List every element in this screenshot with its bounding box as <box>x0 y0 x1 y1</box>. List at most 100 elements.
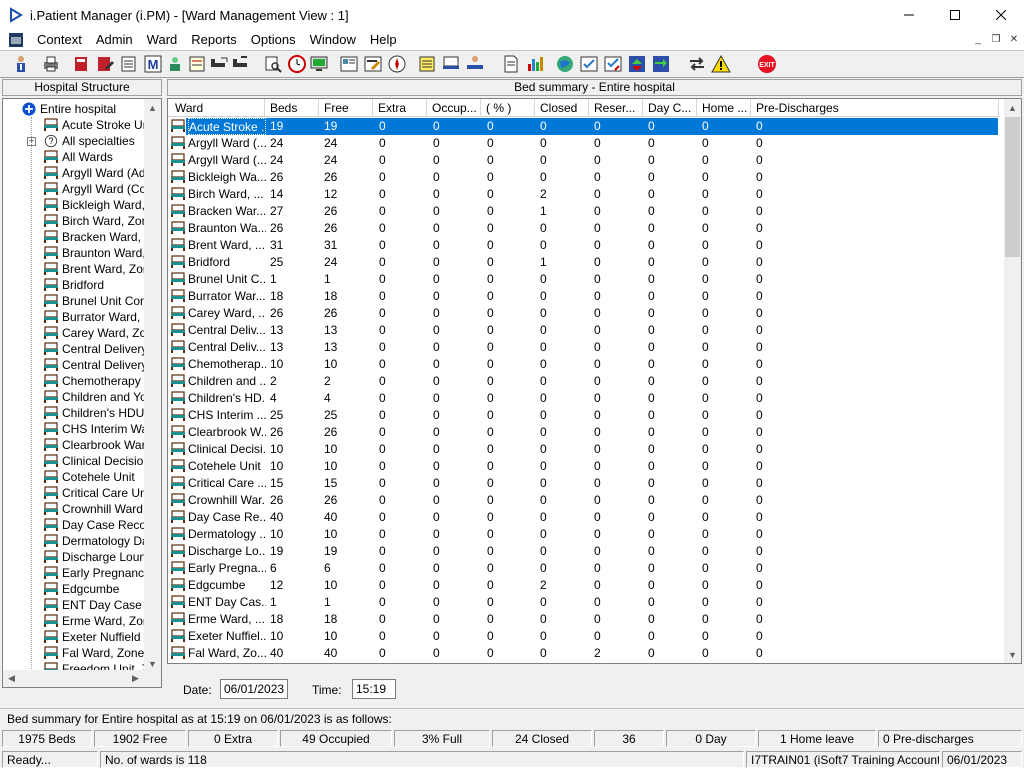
column-header[interactable]: Pre-Discharges <box>751 99 999 117</box>
green-arrows-icon[interactable] <box>626 53 648 75</box>
tree-item[interactable]: Chemotherapy D <box>43 373 153 389</box>
menu-context[interactable]: Context <box>30 30 89 50</box>
menu-reports[interactable]: Reports <box>184 30 244 50</box>
table-row[interactable]: Carey Ward, ... 26 26 0 0 0 0 0 0 0 0 <box>168 305 1000 322</box>
column-header[interactable]: Extra <box>373 99 427 117</box>
menu-options[interactable]: Options <box>244 30 303 50</box>
table-row[interactable]: Argyll Ward (... 24 24 0 0 0 0 0 0 0 0 <box>168 152 1000 169</box>
checklist-icon[interactable] <box>578 53 600 75</box>
tree-item[interactable]: Cotehele Unit <box>43 469 135 485</box>
search-document-icon[interactable] <box>262 53 284 75</box>
patient-icon[interactable] <box>10 53 32 75</box>
table-row[interactable]: Bridford 25 24 0 0 0 1 0 0 0 0 <box>168 254 1000 271</box>
tree-horizontal-scrollbar[interactable]: ◀ ▶ <box>3 670 161 687</box>
tree-item[interactable]: ? All specialties <box>43 133 135 149</box>
bed-transfer-icon[interactable] <box>208 53 230 75</box>
date-field[interactable]: 06/01/2023 <box>220 679 288 699</box>
tree-item[interactable]: Exeter Nuffield H <box>43 629 153 645</box>
tree-item[interactable]: Birch Ward, Zone <box>43 213 155 229</box>
bed-summary-table[interactable]: Ward Beds Free Extra Occup...( % ) Closed Rese… <box>167 98 1022 664</box>
table-row[interactable]: Burrator War... 18 18 0 0 0 0 0 0 0 0 <box>168 288 1000 305</box>
tree-item[interactable]: Fal Ward, Zone E <box>43 645 156 661</box>
tree-item[interactable]: Edgcumbe <box>43 581 119 597</box>
table-row[interactable]: Bracken War... 27 26 0 0 0 1 0 0 0 0 <box>168 203 1000 220</box>
picture-frame-icon[interactable] <box>338 53 360 75</box>
column-header[interactable]: Occup... <box>427 99 481 117</box>
table-row[interactable]: Fal Ward, Zo... 40 40 0 0 0 0 2 0 0 0 <box>168 645 1000 662</box>
table-row[interactable]: Dermatology ... 10 10 0 0 0 0 0 0 0 0 <box>168 526 1000 543</box>
table-row[interactable]: Crownhill War... 26 26 0 0 0 0 0 0 0 0 <box>168 492 1000 509</box>
column-header[interactable]: Beds <box>265 99 319 117</box>
tree-item[interactable]: Argyll Ward (Cots <box>43 181 156 197</box>
monitor-icon[interactable] <box>308 53 330 75</box>
table-row[interactable]: Argyll Ward (... 24 24 0 0 0 0 0 0 0 0 <box>168 135 1000 152</box>
table-row[interactable]: Central Deliv... 13 13 0 0 0 0 0 0 0 0 <box>168 339 1000 356</box>
exit-icon[interactable]: EXIT <box>756 53 778 75</box>
tree-item[interactable]: Day Case Recov <box>43 517 152 533</box>
tree-item[interactable]: CHS Interim War <box>43 421 152 437</box>
menu-window[interactable]: Window <box>303 30 363 50</box>
table-row[interactable]: Clearbrook W... 26 26 0 0 0 0 0 0 0 0 <box>168 424 1000 441</box>
tree-item[interactable]: Acute Stroke Uni <box>43 117 152 133</box>
table-row[interactable]: Erme Ward, ... 18 18 0 0 0 0 0 0 0 0 <box>168 611 1000 628</box>
clock-icon[interactable] <box>286 53 308 75</box>
table-vertical-scrollbar[interactable]: ▲ ▼ <box>1004 99 1021 663</box>
tree-item[interactable]: Braunton Ward, Z <box>43 245 156 261</box>
tree-item[interactable]: All Wards <box>43 149 113 165</box>
scroll-thumb[interactable] <box>1005 117 1020 257</box>
tree-item[interactable]: Erme Ward, Zone <box>43 613 156 629</box>
tree-item[interactable]: ENT Day Case U <box>43 597 154 613</box>
tree-item[interactable]: Burrator Ward, Z <box>43 309 151 325</box>
table-row[interactable]: Children's HD... 4 4 0 0 0 0 0 0 0 0 <box>168 390 1000 407</box>
menu-help[interactable]: Help <box>363 30 404 50</box>
tree-item[interactable]: Central Delivery S <box>43 357 159 373</box>
table-row[interactable]: Brent Ward, ... 31 31 0 0 0 0 0 0 0 0 <box>168 237 1000 254</box>
person-card-icon[interactable] <box>164 53 186 75</box>
form-edit-icon[interactable] <box>362 53 384 75</box>
table-row[interactable]: Children and ... 2 2 0 0 0 0 0 0 0 0 <box>168 373 1000 390</box>
patient-bed-icon[interactable] <box>464 53 486 75</box>
table-row[interactable]: CHS Interim ... 25 25 0 0 0 0 0 0 0 0 <box>168 407 1000 424</box>
notes-icon[interactable] <box>186 53 208 75</box>
table-row[interactable]: Chemotherap... 10 10 0 0 0 0 0 0 0 0 <box>168 356 1000 373</box>
warning-icon[interactable] <box>710 53 732 75</box>
document-list-icon[interactable] <box>118 53 140 75</box>
scroll-up-icon[interactable]: ▲ <box>1004 99 1021 116</box>
scroll-up-icon[interactable]: ▲ <box>144 99 161 116</box>
column-header[interactable]: Home ... <box>697 99 751 117</box>
table-row[interactable]: Bickleigh Wa... 26 26 0 0 0 0 0 0 0 0 <box>168 169 1000 186</box>
tree-item[interactable]: Children and You <box>43 389 153 405</box>
compass-icon[interactable] <box>386 53 408 75</box>
swap-horizontal-icon[interactable] <box>686 53 708 75</box>
table-row[interactable]: Day Case Re... 40 40 0 0 0 0 0 0 0 0 <box>168 509 1000 526</box>
swap-arrows-icon[interactable] <box>650 53 672 75</box>
time-field[interactable]: 15:19 <box>352 679 396 699</box>
hospital-structure-tree[interactable]: Entire hospital Acute Stroke Uni? All spec… <box>2 98 162 688</box>
tree-item[interactable]: Crownhill Ward, Z <box>43 501 157 517</box>
table-row[interactable]: Discharge Lo... 19 19 0 0 0 0 0 0 0 0 <box>168 543 1000 560</box>
table-row[interactable]: Birch Ward, ... 14 12 0 0 0 2 0 0 0 0 <box>168 186 1000 203</box>
table-row[interactable]: Exeter Nuffiel... 10 10 0 0 0 0 0 0 0 0 <box>168 628 1000 645</box>
bed-arrow-icon[interactable] <box>230 53 252 75</box>
scroll-right-icon[interactable]: ▶ <box>127 670 144 687</box>
table-row[interactable]: ENT Day Cas... 1 1 0 0 0 0 0 0 0 0 <box>168 594 1000 611</box>
tree-item[interactable]: Central Delivery S <box>43 341 159 357</box>
minimize-button[interactable] <box>886 0 932 30</box>
tree-root[interactable]: Entire hospital <box>21 101 116 117</box>
tree-item[interactable]: Brunel Unit Conti <box>43 293 153 309</box>
menu-ward[interactable]: Ward <box>140 30 185 50</box>
red-book-icon[interactable] <box>70 53 92 75</box>
close-button[interactable] <box>978 0 1024 30</box>
tree-item[interactable]: Clinical Decision <box>43 453 150 469</box>
mdi-minimize-button[interactable]: _ <box>970 32 986 46</box>
table-row[interactable]: Cotehele Unit 10 10 0 0 0 0 0 0 0 0 <box>168 458 1000 475</box>
tree-item[interactable]: Bracken Ward, Z <box>43 229 152 245</box>
menu-admin[interactable]: Admin <box>89 30 140 50</box>
tree-item[interactable]: Critical Care Unit <box>43 485 153 501</box>
column-header[interactable]: Closed <box>535 99 589 117</box>
table-row[interactable]: Brunel Unit C... 1 1 0 0 0 0 0 0 0 0 <box>168 271 1000 288</box>
tree-item[interactable]: Discharge Loung <box>43 549 153 565</box>
tree-item[interactable]: Bickleigh Ward, Z <box>43 197 156 213</box>
mdi-child-icon[interactable] <box>8 32 24 48</box>
mdi-close-button[interactable]: ✕ <box>1006 32 1022 46</box>
